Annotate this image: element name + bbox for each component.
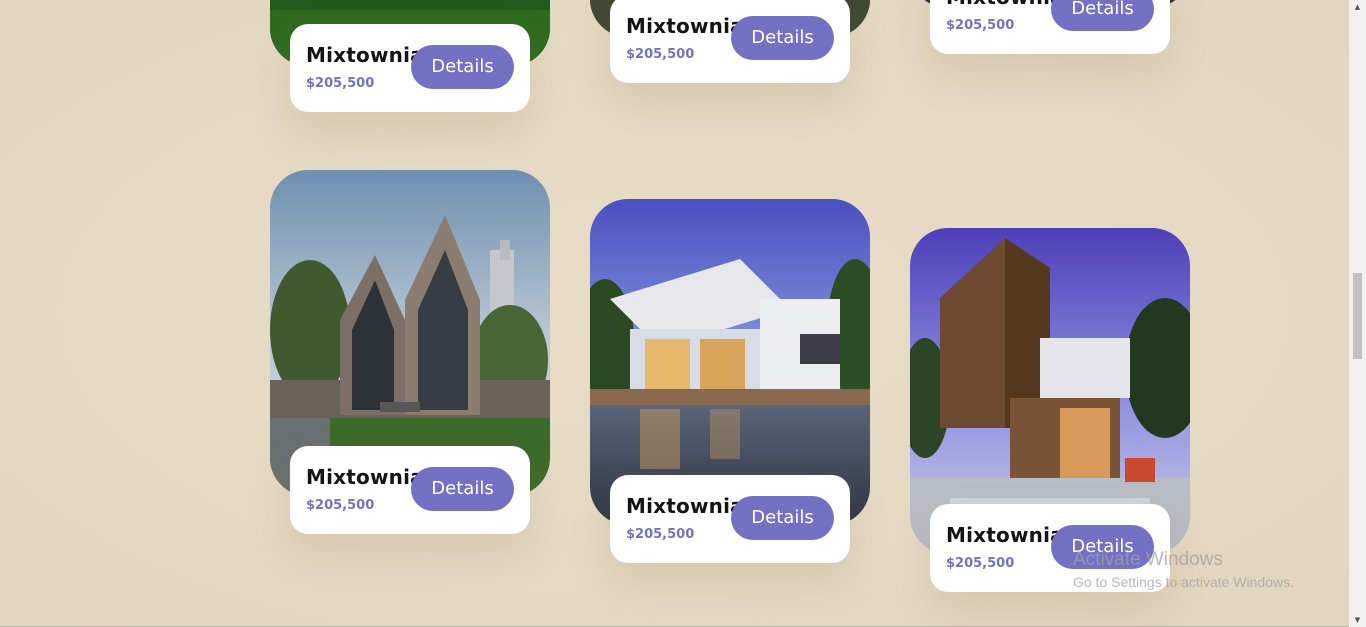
property-info-panel: Mixtownia $205,500 Details	[290, 446, 530, 534]
watermark-title: Activate Windows	[1073, 549, 1223, 570]
property-info-panel: Mixtownia $205,500 Details	[930, 0, 1170, 54]
property-name: Mixtownia	[306, 465, 424, 489]
details-button[interactable]: Details	[411, 45, 514, 89]
property-price: $205,500	[306, 498, 375, 513]
property-info-panel: Mixtownia $205,500 Details	[610, 475, 850, 563]
property-info-panel: Mixtownia $205,500 Details	[610, 0, 850, 83]
property-name: Mixtownia	[946, 0, 1064, 9]
vertical-scrollbar[interactable]: ▲ ▼	[1349, 0, 1366, 627]
watermark-subtitle: Go to Settings to activate Windows.	[1073, 574, 1294, 590]
property-info-panel: Mixtownia $205,500 Details	[290, 24, 530, 112]
property-price: $205,500	[946, 556, 1015, 571]
details-button[interactable]: Details	[731, 496, 834, 540]
details-button[interactable]: Details	[731, 16, 834, 60]
property-name: Mixtownia	[626, 494, 744, 518]
property-price: $205,500	[306, 76, 375, 91]
property-name: Mixtownia	[626, 14, 744, 38]
property-price: $205,500	[946, 18, 1015, 33]
scroll-up-arrow-icon[interactable]: ▲	[1349, 0, 1366, 14]
activation-watermark: Activate Windows Go to Settings to activ…	[1073, 549, 1294, 590]
scrollbar-thumb[interactable]	[1353, 273, 1362, 359]
property-price: $205,500	[626, 47, 695, 62]
details-button[interactable]: Details	[1051, 0, 1154, 31]
listings-page: Mixtownia $205,500 Details Mixtownia $20…	[0, 0, 1349, 627]
property-price: $205,500	[626, 527, 695, 542]
property-name: Mixtownia	[946, 523, 1064, 547]
property-name: Mixtownia	[306, 43, 424, 67]
details-button[interactable]: Details	[411, 467, 514, 511]
scroll-down-arrow-icon[interactable]: ▼	[1349, 613, 1366, 627]
